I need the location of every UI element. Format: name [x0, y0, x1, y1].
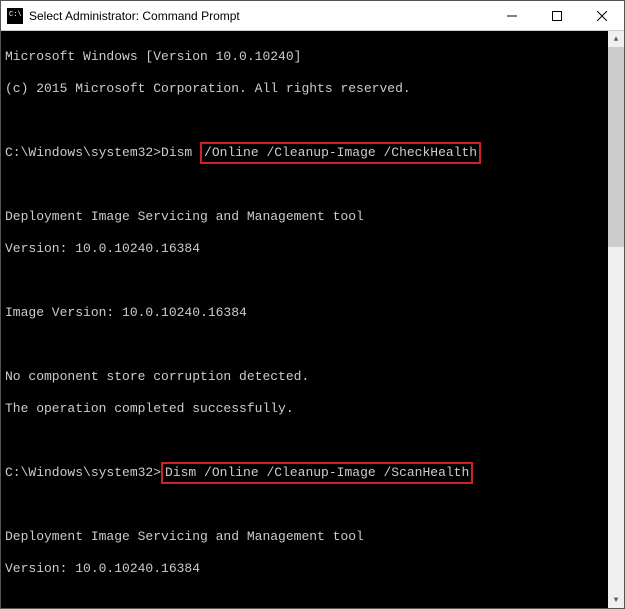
output-line — [5, 337, 604, 353]
highlighted-cmd: /Online /Cleanup-Image /CheckHealth — [200, 142, 481, 164]
console-area: Microsoft Windows [Version 10.0.10240] (… — [1, 31, 624, 608]
minimize-button[interactable] — [489, 1, 534, 30]
output-line: The operation completed successfully. — [5, 401, 604, 417]
output-line: Microsoft Windows [Version 10.0.10240] — [5, 49, 604, 65]
output-line — [5, 433, 604, 449]
highlighted-cmd: Dism /Online /Cleanup-Image /ScanHealth — [161, 462, 473, 484]
scroll-down-button[interactable]: ▼ — [608, 592, 624, 608]
output-line — [5, 273, 604, 289]
command-prompt-window: Select Administrator: Command Prompt Mic… — [0, 0, 625, 609]
titlebar[interactable]: Select Administrator: Command Prompt — [1, 1, 624, 31]
output-line — [5, 177, 604, 193]
scroll-thumb[interactable] — [608, 47, 624, 247]
prompt: C:\Windows\system32> — [5, 465, 161, 480]
output-line: Deployment Image Servicing and Managemen… — [5, 529, 604, 545]
window-title: Select Administrator: Command Prompt — [29, 9, 489, 23]
output-line — [5, 113, 604, 129]
command-line: C:\Windows\system32>Dism /Online /Cleanu… — [5, 465, 604, 481]
minimize-icon — [507, 11, 517, 21]
output-line: Version: 10.0.10240.16384 — [5, 561, 604, 577]
output-line: Version: 10.0.10240.16384 — [5, 241, 604, 257]
close-icon — [597, 11, 607, 21]
prompt: C:\Windows\system32> — [5, 145, 161, 160]
window-controls — [489, 1, 624, 30]
cmd-icon — [7, 8, 23, 24]
output-line — [5, 593, 604, 608]
output-line: Deployment Image Servicing and Managemen… — [5, 209, 604, 225]
scroll-up-button[interactable]: ▲ — [608, 31, 624, 47]
console-output[interactable]: Microsoft Windows [Version 10.0.10240] (… — [1, 31, 608, 608]
output-line — [5, 497, 604, 513]
maximize-icon — [552, 11, 562, 21]
scrollbar[interactable]: ▲ ▼ — [608, 31, 624, 608]
output-line: No component store corruption detected. — [5, 369, 604, 385]
output-line: (c) 2015 Microsoft Corporation. All righ… — [5, 81, 604, 97]
maximize-button[interactable] — [534, 1, 579, 30]
cmd-text: Dism — [161, 145, 200, 160]
command-line: C:\Windows\system32>Dism /Online /Cleanu… — [5, 145, 604, 161]
output-line: Image Version: 10.0.10240.16384 — [5, 305, 604, 321]
close-button[interactable] — [579, 1, 624, 30]
